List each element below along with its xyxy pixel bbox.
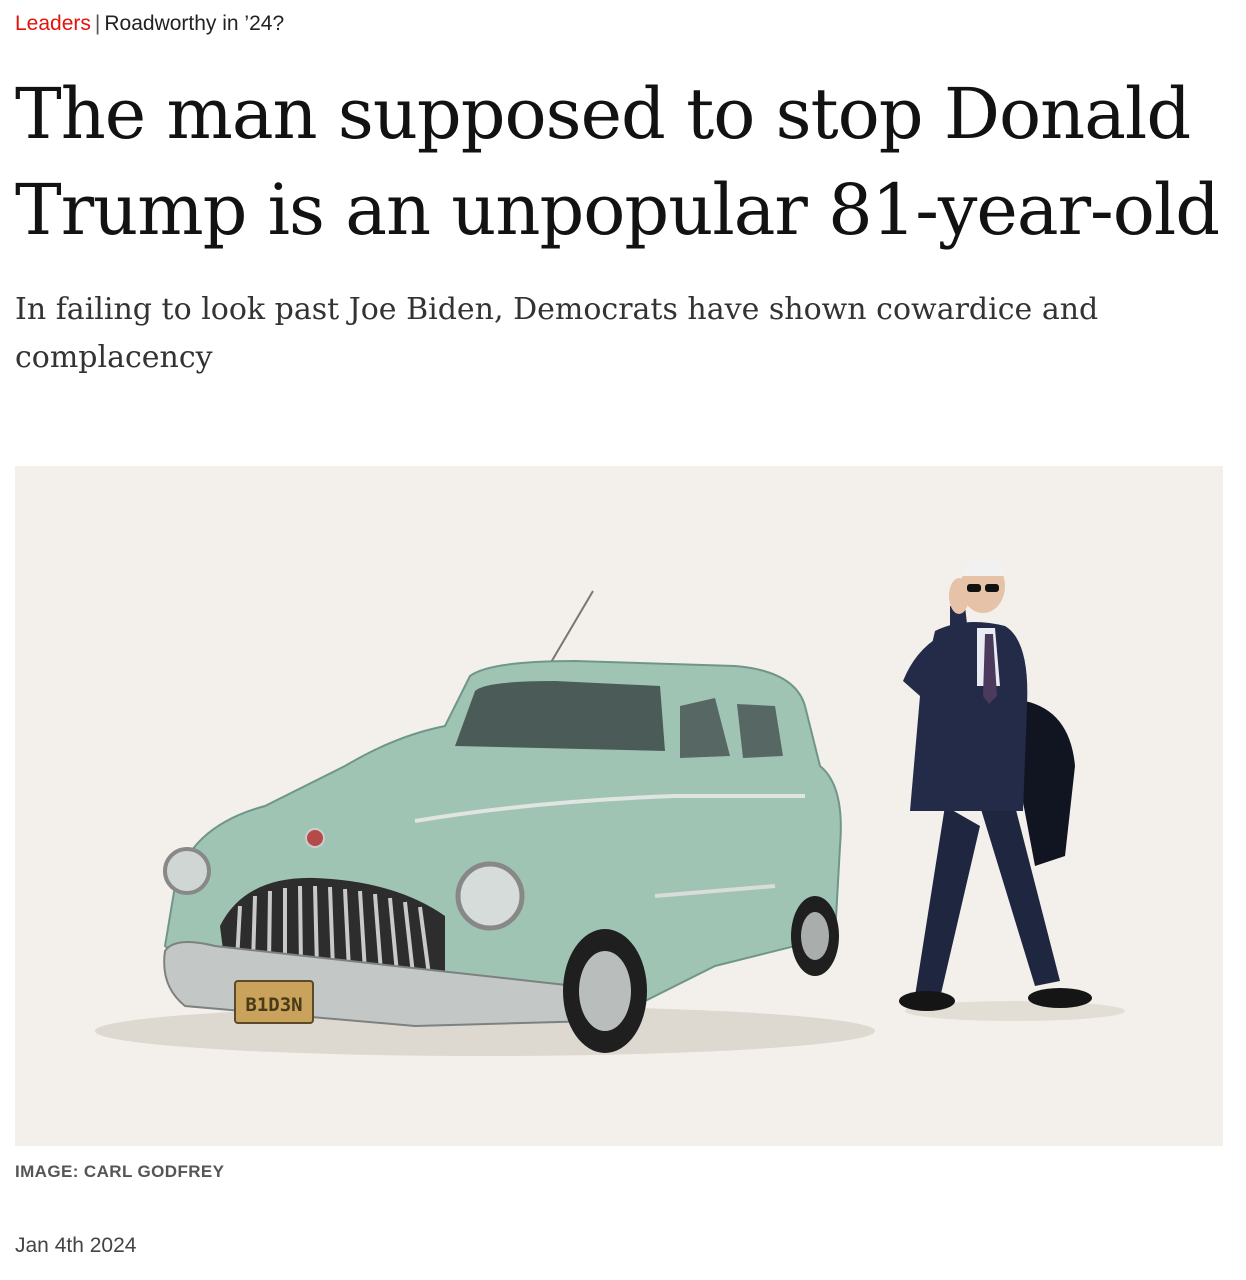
- vintage-car: B1D3N: [163, 659, 842, 1053]
- image-credit: IMAGE: CARL GODFREY: [15, 1162, 225, 1181]
- breadcrumb: Leaders | Roadworthy in ’24?: [15, 12, 284, 36]
- publish-date: Jan 4th 2024: [15, 1234, 137, 1257]
- hero-image: B1D3N: [15, 466, 1223, 1146]
- section-link[interactable]: Leaders: [15, 12, 91, 35]
- flytitle: Roadworthy in ’24?: [104, 12, 285, 35]
- headline: The man supposed to stop Donald Trump is…: [15, 73, 1220, 251]
- walking-man: [899, 557, 1092, 1011]
- breadcrumb-separator: |: [94, 12, 101, 35]
- license-plate-text: B1D3N: [245, 994, 302, 1016]
- hero-illustration: B1D3N: [95, 557, 1125, 1056]
- standfirst: In failing to look past Joe Biden, Democ…: [15, 292, 1099, 375]
